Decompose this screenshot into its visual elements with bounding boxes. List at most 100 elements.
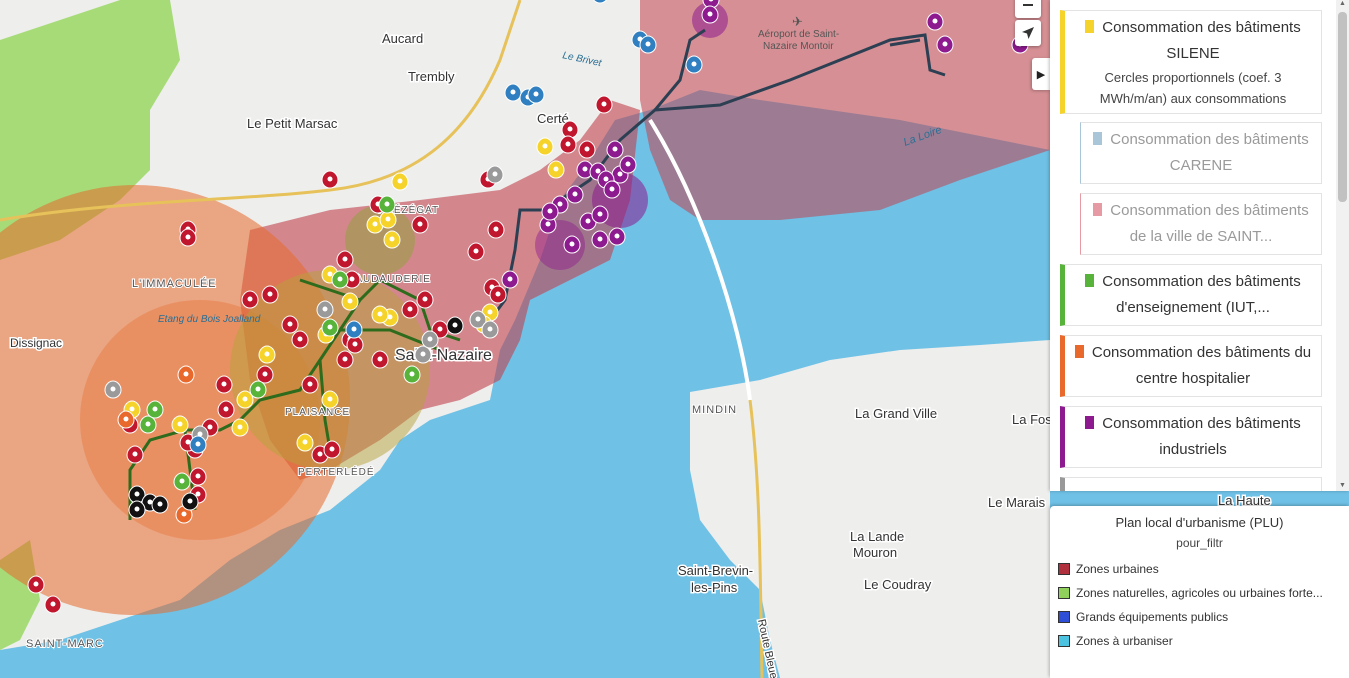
marker-dot: [33, 581, 39, 587]
legend-title: Plan local d'urbanisme (PLU): [1115, 515, 1284, 530]
marker-dot: [557, 201, 563, 207]
marker-dot: [585, 218, 591, 224]
marker-dot: [597, 236, 603, 242]
place-label: Aucard: [382, 31, 423, 46]
place-label: PERTERLÉDÉ: [298, 465, 375, 478]
legend-label: Zones urbaines: [1076, 562, 1159, 576]
layer-card-enseignement[interactable]: Consommation des bâtiments d'enseignemen…: [1060, 264, 1322, 326]
marker-dot: [327, 324, 333, 330]
building-icon: [1074, 345, 1084, 358]
marker-dot: [377, 311, 383, 317]
place-label: les-Pins: [691, 580, 738, 595]
marker-dot: [582, 166, 588, 172]
marker-dot: [329, 446, 335, 452]
layer-card-hospitalier[interactable]: Consommation des bâtiments du centre hos…: [1060, 335, 1322, 397]
marker-dot: [617, 171, 623, 177]
marker-dot: [123, 416, 129, 422]
map-viewport[interactable]: Aucard Trembly Le Petit Marsac Certé Sai…: [0, 0, 1349, 678]
legend-label: Zones à urbaniser: [1076, 634, 1173, 648]
scrollbar-thumb[interactable]: [1338, 12, 1347, 202]
place-label: L'IMMACULÉE: [132, 277, 217, 290]
layer-card-partial[interactable]: [1060, 477, 1322, 491]
marker-dot: [385, 216, 391, 222]
place-label: Dissignac: [10, 336, 62, 350]
place-label: Saint-Brevin-: [678, 563, 753, 578]
marker-dot: [302, 439, 308, 445]
marker-dot: [181, 511, 187, 517]
place-label: Saint-Nazaire: [395, 347, 492, 364]
legend-item: Zones urbaines: [1058, 562, 1338, 576]
marker-dot: [129, 406, 135, 412]
layer-card-ville[interactable]: Consommation des bâtiments de la ville d…: [1080, 193, 1322, 255]
marker-dot: [207, 424, 213, 430]
marker-dot: [407, 306, 413, 312]
plu-legend: Plan local d'urbanisme (PLU) pour_filtr …: [1050, 506, 1349, 678]
zoom-control[interactable]: [1015, 0, 1041, 18]
legend-swatch: [1058, 563, 1070, 575]
marker-dot: [597, 211, 603, 217]
legend-swatch: [1058, 587, 1070, 599]
navigation-arrow-icon: [1022, 27, 1034, 39]
marker-dot: [427, 336, 433, 342]
marker-dot: [417, 221, 423, 227]
panel-scrollbar[interactable]: ▲ ▼: [1336, 0, 1349, 491]
marker-dot: [110, 386, 116, 392]
building-icon: [1093, 203, 1103, 216]
scroll-up-icon[interactable]: ▲: [1339, 0, 1346, 7]
marker-dot: [349, 276, 355, 282]
place-label: Le Marais: [988, 495, 1046, 510]
marker-dot: [255, 386, 261, 392]
caret-right-icon: ▶: [1036, 68, 1046, 81]
marker-dot: [287, 321, 293, 327]
marker-dot: [307, 381, 313, 387]
marker-dot: [372, 221, 378, 227]
marker-dot: [609, 186, 615, 192]
marker-dot: [565, 141, 571, 147]
building-icon: [1093, 132, 1103, 145]
marker-dot: [247, 296, 253, 302]
marker-dot: [195, 441, 201, 447]
place-label: PLAISANCE: [285, 407, 350, 418]
marker-dot: [553, 166, 559, 172]
legend-item: Grands équipements publics: [1058, 610, 1338, 624]
marker-dot: [352, 341, 358, 347]
marker-dot: [242, 396, 248, 402]
layer-card-silene[interactable]: Consommation des bâtiments SILENE Cercle…: [1060, 10, 1322, 114]
marker-dot: [185, 234, 191, 240]
marker-dot: [145, 421, 151, 427]
marker-dot: [297, 336, 303, 342]
place-label: Trembly: [408, 69, 455, 84]
marker-dot: [187, 498, 193, 504]
layer-title: Consommation des bâtiments CARENE: [1110, 131, 1309, 174]
marker-dot: [389, 236, 395, 242]
marker-dot: [267, 291, 273, 297]
legend-label: Zones naturelles, agricoles ou urbaines …: [1076, 586, 1323, 600]
marker-dot: [157, 501, 163, 507]
marker-dot: [327, 271, 333, 277]
locate-button[interactable]: [1015, 20, 1041, 46]
layer-title: Consommation des bâtiments d'enseignemen…: [1102, 273, 1301, 316]
panel-toggle-button[interactable]: ▶: [1032, 58, 1050, 90]
marker-dot: [317, 451, 323, 457]
marker-dot: [495, 291, 501, 297]
marker-dot: [134, 491, 140, 497]
marker-dot: [264, 351, 270, 357]
building-icon: [1085, 416, 1095, 429]
scroll-down-icon[interactable]: ▼: [1339, 482, 1346, 489]
marker-dot: [932, 18, 938, 24]
marker-dot: [533, 91, 539, 97]
layer-card-industriels[interactable]: Consommation des bâtiments industriels: [1060, 406, 1322, 468]
legend-subtitle: pour_filtr: [1176, 536, 1223, 550]
marker-dot: [507, 276, 513, 282]
layers-panel[interactable]: Consommation des bâtiments SILENE Cercle…: [1050, 0, 1349, 491]
marker-dot: [645, 41, 651, 47]
place-label: Le Petit Marsac: [247, 116, 338, 131]
marker-dot: [377, 356, 383, 362]
layer-card-carene[interactable]: Consommation des bâtiments CARENE: [1080, 122, 1322, 184]
marker-dot: [601, 101, 607, 107]
marker-dot: [132, 451, 138, 457]
marker-dot: [691, 61, 697, 67]
marker-dot: [179, 478, 185, 484]
marker-dot: [177, 421, 183, 427]
marker-dot: [342, 356, 348, 362]
